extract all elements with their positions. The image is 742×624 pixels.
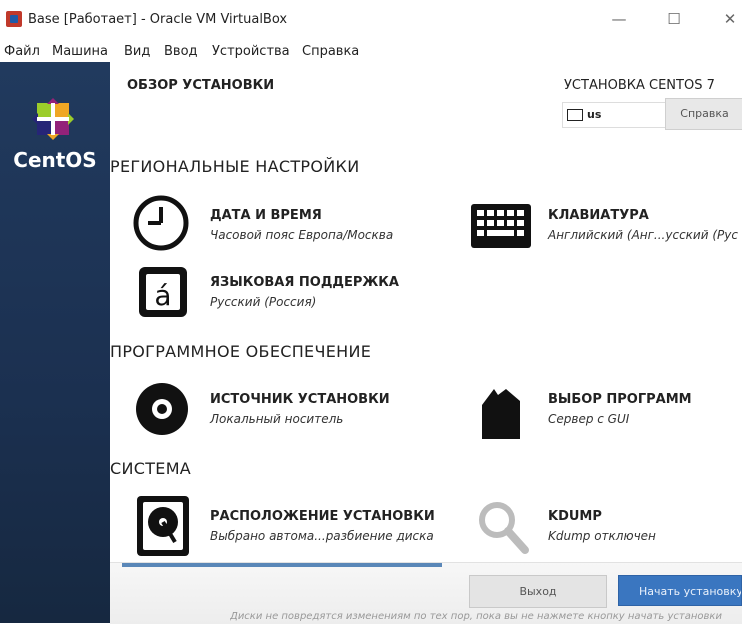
- close-button[interactable]: ✕: [716, 8, 742, 30]
- footer-note: Диски не повредятся изменениям по тех по…: [230, 611, 722, 622]
- spoke-subtitle: Русский (Россия): [210, 295, 317, 309]
- menubar: Файл Машина Вид Ввод Устройства Справка: [0, 42, 742, 62]
- menu-file[interactable]: Файл: [4, 44, 40, 59]
- menu-input[interactable]: Ввод: [164, 44, 198, 59]
- language-icon: á: [139, 267, 187, 317]
- selection-highlight: [122, 563, 442, 567]
- menu-machine[interactable]: Машина: [52, 44, 108, 59]
- menu-help[interactable]: Справка: [302, 44, 359, 59]
- spoke-subtitle: Выбрано автома...разбиение диска: [210, 529, 434, 543]
- window-titlebar: Base [Работает] - Oracle VM VirtualBox —…: [0, 0, 742, 43]
- product-title: УСТАНОВКА CENTOS 7: [564, 78, 715, 93]
- spoke-subtitle: Локальный носитель: [210, 412, 344, 426]
- installation-summary: ОБЗОР УСТАНОВКИ УСТАНОВКА CENTOS 7 us Сп…: [110, 62, 742, 624]
- page-title: ОБЗОР УСТАНОВКИ: [127, 78, 275, 93]
- centos-brand: CentOS: [13, 148, 97, 172]
- centos-logo-icon: [32, 98, 74, 140]
- maximize-button[interactable]: ☐: [660, 8, 688, 30]
- search-icon: [479, 502, 529, 554]
- spoke-title: ЯЗЫКОВАЯ ПОДДЕРЖКА: [210, 275, 399, 290]
- help-button[interactable]: Справка: [665, 98, 742, 130]
- spoke-title: ДАТА И ВРЕМЯ: [210, 208, 322, 223]
- section-system: СИСТЕМА: [110, 459, 192, 478]
- virtualbox-icon: [6, 11, 22, 27]
- spoke-subtitle: Английский (Анг...усский (Рус: [548, 228, 738, 242]
- window-title: Base [Работает] - Oracle VM VirtualBox: [28, 12, 288, 27]
- keyboard-icon: [471, 204, 531, 248]
- exit-button[interactable]: Выход: [469, 575, 607, 608]
- clock-icon: [133, 195, 189, 251]
- spoke-title: KDUMP: [548, 509, 602, 524]
- keyboard-small-icon: [567, 109, 583, 121]
- section-regional: РЕГИОНАЛЬНЫЕ НАСТРОЙКИ: [110, 157, 360, 176]
- spoke-subtitle: Kdump отключен: [548, 529, 656, 543]
- begin-installation-button[interactable]: Начать установку: [618, 575, 742, 606]
- spoke-title: ИСТОЧНИК УСТАНОВКИ: [210, 392, 390, 407]
- svg-text:á: á: [154, 279, 171, 312]
- spoke-title: РАСПОЛОЖЕНИЕ УСТАНОВКИ: [210, 509, 435, 524]
- keyboard-layout-value: us: [587, 108, 602, 121]
- harddisk-icon: [137, 496, 189, 556]
- minimize-button[interactable]: —: [605, 8, 633, 30]
- section-software: ПРОГРАММНОЕ ОБЕСПЕЧЕНИЕ: [110, 342, 372, 361]
- menu-view[interactable]: Вид: [124, 44, 150, 59]
- spoke-title: ВЫБОР ПРОГРАММ: [548, 392, 692, 407]
- spoke-subtitle: Часовой пояс Европа/Москва: [210, 228, 394, 242]
- spoke-title: КЛАВИАТУРА: [548, 208, 649, 223]
- package-icon: [482, 389, 520, 439]
- menu-devices[interactable]: Устройства: [212, 44, 290, 59]
- disc-icon: [136, 383, 188, 435]
- keyboard-layout-indicator[interactable]: us: [562, 102, 666, 128]
- centos-sidebar: CentOS: [0, 62, 110, 623]
- spoke-subtitle: Сервер с GUI: [548, 412, 630, 426]
